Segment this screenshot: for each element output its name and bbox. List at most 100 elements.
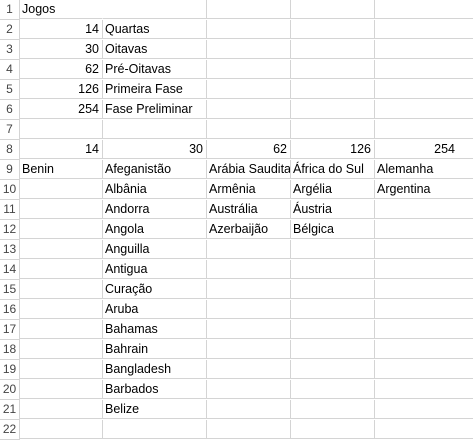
cell-b11[interactable]: Andorra [103, 200, 207, 219]
cell-c1[interactable] [207, 0, 291, 19]
cell-a18[interactable] [20, 340, 103, 359]
cell-a6[interactable]: 254 [20, 100, 103, 119]
cell-c18[interactable] [207, 340, 291, 359]
cell-e11[interactable] [375, 200, 473, 219]
cell-a21[interactable] [20, 400, 103, 419]
cell-c3[interactable] [207, 40, 291, 59]
cell-a11[interactable] [20, 200, 103, 219]
row-header[interactable]: 13 [0, 240, 20, 260]
cell-a1[interactable]: Jogos [20, 0, 103, 19]
cell-a5[interactable]: 126 [20, 80, 103, 99]
row-header[interactable]: 8 [0, 140, 20, 160]
cell-e14[interactable] [375, 260, 473, 279]
cell-a3[interactable]: 30 [20, 40, 103, 59]
cell-a10[interactable] [20, 180, 103, 199]
cell-b5[interactable]: Primeira Fase [103, 80, 207, 99]
cell-e8[interactable]: 254 [375, 140, 473, 159]
cell-d3[interactable] [291, 40, 375, 59]
cell-e1[interactable] [375, 0, 473, 19]
cell-e20[interactable] [375, 380, 473, 399]
row-header[interactable]: 4 [0, 60, 20, 80]
cell-a4[interactable]: 62 [20, 60, 103, 79]
cell-e7[interactable] [375, 120, 473, 139]
cell-e4[interactable] [375, 60, 473, 79]
cell-d17[interactable] [291, 320, 375, 339]
row-header[interactable]: 19 [0, 360, 20, 380]
cell-c13[interactable] [207, 240, 291, 259]
row-header[interactable]: 22 [0, 420, 20, 440]
cell-a17[interactable] [20, 320, 103, 339]
cell-a7[interactable] [20, 120, 103, 139]
cell-b14[interactable]: Antigua [103, 260, 207, 279]
row-header[interactable]: 7 [0, 120, 20, 140]
cell-a8[interactable]: 14 [20, 140, 103, 159]
cell-c17[interactable] [207, 320, 291, 339]
cell-c4[interactable] [207, 60, 291, 79]
cell-b8[interactable]: 30 [103, 140, 207, 159]
cell-c21[interactable] [207, 400, 291, 419]
cell-d6[interactable] [291, 100, 375, 119]
cell-a19[interactable] [20, 360, 103, 379]
cell-c6[interactable] [207, 100, 291, 119]
row-header[interactable]: 18 [0, 340, 20, 360]
cell-c8[interactable]: 62 [207, 140, 291, 159]
cell-d13[interactable] [291, 240, 375, 259]
cell-c12[interactable]: Azerbaijão [207, 220, 291, 239]
cell-d4[interactable] [291, 60, 375, 79]
cell-e5[interactable] [375, 80, 473, 99]
row-header[interactable]: 16 [0, 300, 20, 320]
cell-d12[interactable]: Bélgica [291, 220, 375, 239]
cell-b1[interactable] [103, 0, 207, 19]
cell-b13[interactable]: Anguilla [103, 240, 207, 259]
cell-a15[interactable] [20, 280, 103, 299]
cell-c11[interactable]: Austrália [207, 200, 291, 219]
cell-d1[interactable] [291, 0, 375, 19]
cell-b12[interactable]: Angola [103, 220, 207, 239]
cell-e18[interactable] [375, 340, 473, 359]
row-header[interactable]: 20 [0, 380, 20, 400]
row-header[interactable]: 14 [0, 260, 20, 280]
cell-a16[interactable] [20, 300, 103, 319]
cell-c10[interactable]: Armênia [207, 180, 291, 199]
cell-d7[interactable] [291, 120, 375, 139]
cell-c9[interactable]: Arábia Saudita [207, 160, 291, 179]
cell-c14[interactable] [207, 260, 291, 279]
cell-d2[interactable] [291, 20, 375, 39]
row-header[interactable]: 21 [0, 400, 20, 420]
cell-e22[interactable] [375, 420, 473, 439]
cell-b21[interactable]: Belize [103, 400, 207, 419]
row-header[interactable]: 11 [0, 200, 20, 220]
row-header[interactable]: 15 [0, 280, 20, 300]
cell-d19[interactable] [291, 360, 375, 379]
cell-b18[interactable]: Bahrain [103, 340, 207, 359]
cell-e12[interactable] [375, 220, 473, 239]
cell-e17[interactable] [375, 320, 473, 339]
cell-a22[interactable] [20, 420, 103, 439]
cell-d15[interactable] [291, 280, 375, 299]
row-header[interactable]: 1 [0, 0, 20, 20]
cell-d16[interactable] [291, 300, 375, 319]
cell-b19[interactable]: Bangladesh [103, 360, 207, 379]
cell-d20[interactable] [291, 380, 375, 399]
cell-d11[interactable]: Áustria [291, 200, 375, 219]
cell-b10[interactable]: Albânia [103, 180, 207, 199]
cell-e15[interactable] [375, 280, 473, 299]
row-header[interactable]: 5 [0, 80, 20, 100]
cell-b6[interactable]: Fase Preliminar [103, 100, 207, 119]
cell-e3[interactable] [375, 40, 473, 59]
cell-e19[interactable] [375, 360, 473, 379]
row-header[interactable]: 17 [0, 320, 20, 340]
cell-d8[interactable]: 126 [291, 140, 375, 159]
cell-c16[interactable] [207, 300, 291, 319]
cell-e10[interactable]: Argentina [375, 180, 473, 199]
row-header[interactable]: 9 [0, 160, 20, 180]
cell-e13[interactable] [375, 240, 473, 259]
cell-c19[interactable] [207, 360, 291, 379]
cell-b3[interactable]: Oitavas [103, 40, 207, 59]
cell-c7[interactable] [207, 120, 291, 139]
cell-a12[interactable] [20, 220, 103, 239]
cell-b16[interactable]: Aruba [103, 300, 207, 319]
cell-c2[interactable] [207, 20, 291, 39]
cell-c5[interactable] [207, 80, 291, 99]
cell-d22[interactable] [291, 420, 375, 439]
